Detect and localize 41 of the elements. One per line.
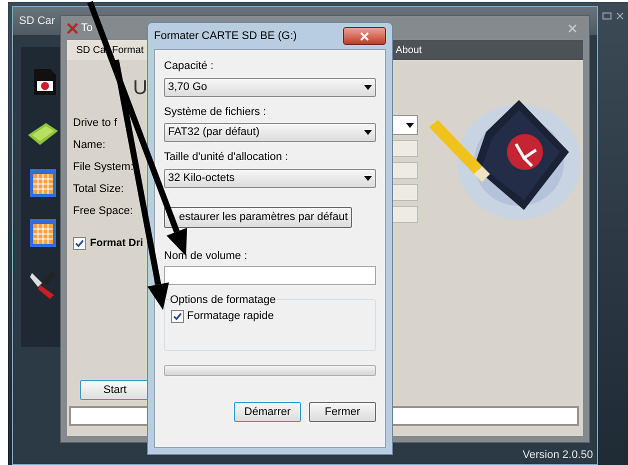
- checkbox[interactable]: [171, 310, 184, 323]
- version-label: Version 2.0.50: [522, 448, 593, 462]
- caret-icon: [364, 84, 372, 90]
- table-icon: [30, 169, 56, 197]
- field-label: File System:: [73, 160, 134, 175]
- dropdown[interactable]: 3,70 Go: [164, 78, 376, 96]
- caret-icon: [406, 122, 414, 128]
- field-label: Name:: [73, 138, 106, 153]
- tab[interactable]: SD Ca Format: [67, 40, 147, 60]
- group-title: Options de formatage: [169, 292, 277, 308]
- app-icon: [67, 22, 78, 34]
- start-button[interactable]: Start: [80, 380, 150, 400]
- dropdown[interactable]: FAT32 (par défaut): [164, 123, 376, 142]
- close-icon[interactable]: [568, 24, 577, 32]
- input-field[interactable]: [164, 266, 376, 285]
- field-label: Capacité :: [164, 59, 215, 74]
- dialog-button[interactable]: Fermer: [309, 402, 376, 422]
- dropdown[interactable]: 32 Kilo-octets: [164, 168, 376, 188]
- tools-icon: [28, 269, 58, 301]
- field-label: Free Space:: [73, 204, 134, 219]
- caret-icon: [364, 176, 372, 180]
- field-label: Système de fichiers :: [164, 104, 268, 120]
- checkbox-label: Format Dri: [90, 236, 144, 251]
- window-title: To: [81, 20, 93, 36]
- tab[interactable]: About: [392, 40, 425, 60]
- close-button[interactable]: [343, 27, 386, 45]
- field-label: Drive to f: [73, 116, 118, 131]
- heading: U: [133, 76, 148, 100]
- field-label: Total Size:: [73, 182, 125, 197]
- field-label: Nom de volume :: [164, 248, 248, 264]
- checkbox[interactable]: [73, 237, 86, 250]
- dialog-button[interactable]: Démarrer: [234, 402, 301, 422]
- caret-icon: [364, 130, 372, 135]
- checkbox-label: Formatage rapide: [187, 309, 274, 324]
- window-buttons-icon: [602, 12, 624, 20]
- window-title: SD Car: [19, 14, 56, 29]
- field-label: Taille d'unité d'allocation :: [164, 150, 290, 165]
- table-icon: [30, 219, 56, 247]
- close-icon: [360, 32, 369, 40]
- restore-defaults-button[interactable]: estaurer les paramètres par défaut: [164, 206, 352, 228]
- dialog-title: Formater CARTE SD BE (G:): [154, 28, 297, 44]
